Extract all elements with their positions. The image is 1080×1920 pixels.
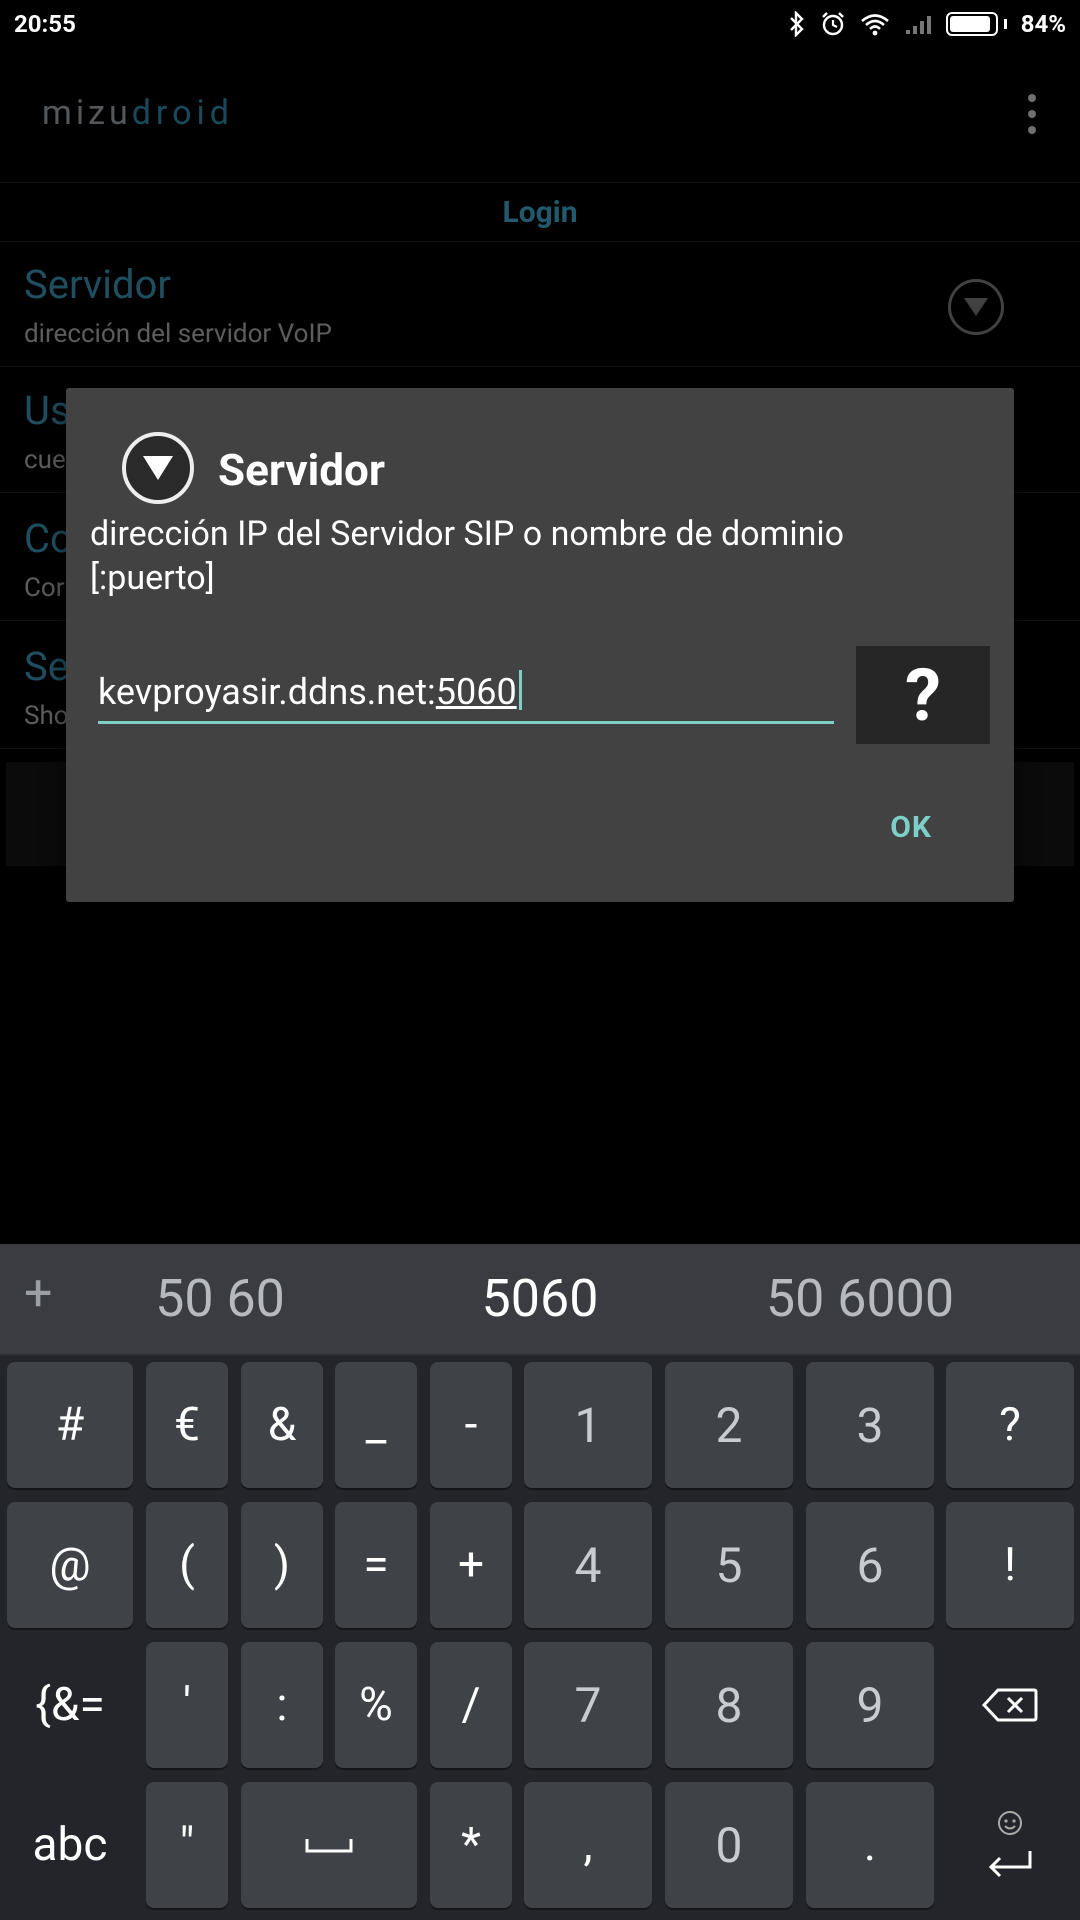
key-14[interactable]: 4	[524, 1502, 652, 1628]
cell-signal-icon	[904, 12, 932, 36]
key-r2-6[interactable]: 8	[665, 1642, 793, 1768]
dialog-title: Servidor	[218, 444, 385, 496]
key-16[interactable]: 6	[806, 1502, 934, 1628]
key-r2-5[interactable]: 7	[524, 1642, 652, 1768]
battery-body	[945, 12, 998, 36]
abc-key[interactable]: abc	[7, 1782, 133, 1908]
battery-icon	[945, 12, 1007, 36]
space-key[interactable]	[241, 1782, 417, 1908]
status-time: 20:55	[14, 10, 76, 38]
key-7[interactable]: 3	[806, 1362, 934, 1488]
key-13[interactable]: +	[430, 1502, 512, 1628]
key-5[interactable]: 1	[524, 1362, 652, 1488]
server-address-input[interactable]: kevproyasir.ddns.net:5060	[98, 664, 834, 724]
symbols-page-key[interactable]: {&=	[7, 1642, 133, 1768]
input-text: kevproyasir.ddns.net:	[98, 671, 436, 713]
suggestion-3[interactable]: 50 6000	[740, 1269, 980, 1329]
soft-keyboard: + 50 60 5060 50 6000 # € & _ -1 2 3? @() = +4 5 6!{…	[0, 1244, 1080, 1920]
battery-percent: 84%	[1020, 10, 1066, 38]
key-9[interactable]: @	[7, 1502, 133, 1628]
add-word-icon[interactable]: +	[24, 1264, 52, 1324]
battery-tip	[1003, 19, 1007, 29]
key-3[interactable]: _	[335, 1362, 417, 1488]
key-2[interactable]: &	[241, 1362, 323, 1488]
status-icons: 84%	[788, 10, 1066, 38]
key-8[interactable]: ?	[946, 1362, 1074, 1488]
key-r2-4[interactable]: /	[430, 1642, 512, 1768]
key-r2-1[interactable]: '	[146, 1642, 228, 1768]
key-comma[interactable]: ,	[524, 1782, 652, 1908]
key-0[interactable]: 0	[665, 1782, 793, 1908]
key-r2-2[interactable]: :	[241, 1642, 323, 1768]
servidor-dialog: Servidor dirección IP del Servidor SIP o…	[66, 388, 1014, 902]
enter-key[interactable]	[946, 1782, 1074, 1908]
suggestion-2[interactable]: 5060	[440, 1269, 640, 1329]
key-r2-3[interactable]: %	[335, 1642, 417, 1768]
battery-fill	[949, 16, 991, 32]
bluetooth-icon	[788, 11, 806, 37]
key-period[interactable]: .	[806, 1782, 934, 1908]
backspace-icon[interactable]	[946, 1642, 1074, 1768]
key-4[interactable]: -	[430, 1362, 512, 1488]
key-asterisk[interactable]: *	[430, 1782, 512, 1908]
emoji-icon	[998, 1811, 1022, 1835]
ok-button[interactable]: OK	[890, 810, 932, 845]
suggestion-strip: + 50 60 5060 50 6000	[0, 1244, 1080, 1356]
key-10[interactable]: (	[146, 1502, 228, 1628]
key-r2-7[interactable]: 9	[806, 1642, 934, 1768]
key-6[interactable]: 2	[665, 1362, 793, 1488]
key-17[interactable]: !	[946, 1502, 1074, 1628]
status-bar: 20:55 84%	[0, 0, 1080, 48]
key-quote[interactable]: "	[146, 1782, 228, 1908]
dropdown-arrow-icon	[122, 432, 194, 504]
key-15[interactable]: 5	[665, 1502, 793, 1628]
enter-icon	[988, 1851, 1032, 1878]
dialog-message: dirección IP del Servidor SIP o nombre d…	[90, 514, 845, 598]
key-1[interactable]: €	[146, 1362, 228, 1488]
suggestion-1[interactable]: 50 60	[120, 1269, 320, 1329]
key-12[interactable]: =	[335, 1502, 417, 1628]
help-button[interactable]: ?	[856, 646, 990, 744]
text-caret	[518, 670, 522, 710]
wifi-icon	[860, 12, 890, 36]
key-11[interactable]: )	[241, 1502, 323, 1628]
key-0[interactable]: #	[7, 1362, 133, 1488]
alarm-icon	[820, 11, 846, 37]
input-composing-text: 5060	[435, 671, 517, 713]
